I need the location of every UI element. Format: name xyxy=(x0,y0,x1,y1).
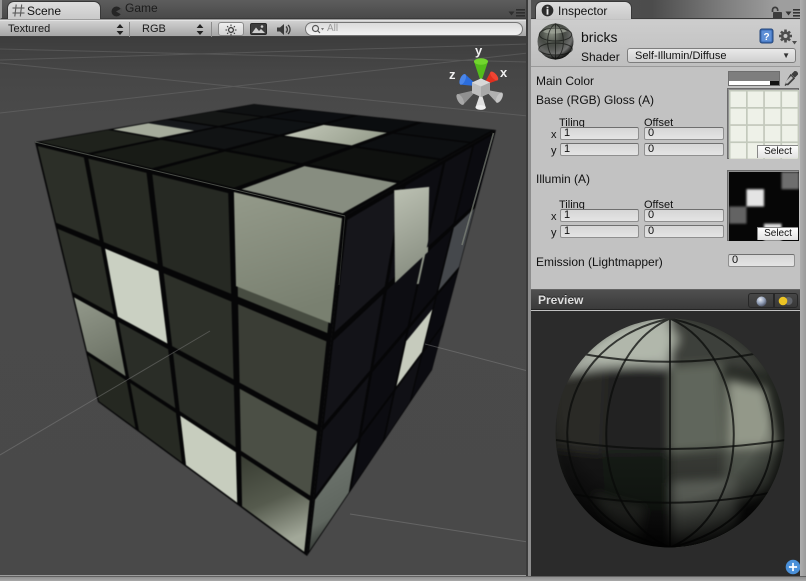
svg-text:z: z xyxy=(449,67,456,82)
svg-text:x: x xyxy=(500,65,508,80)
svg-text:?: ? xyxy=(764,32,770,43)
svg-text:y: y xyxy=(475,43,483,58)
